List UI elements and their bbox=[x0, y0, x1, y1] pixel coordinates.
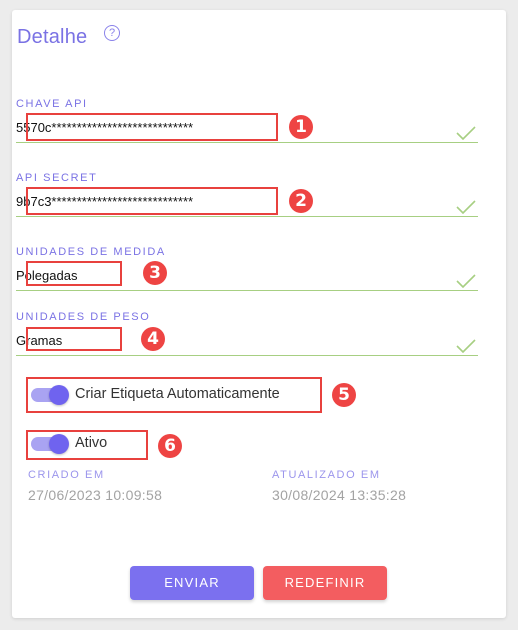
reset-button[interactable]: REDEFINIR bbox=[263, 566, 387, 600]
send-button[interactable]: ENVIAR bbox=[130, 566, 254, 600]
annotation-badge-4: 4 bbox=[141, 327, 165, 351]
check-icon bbox=[456, 126, 476, 140]
annotation-badge-6: 6 bbox=[158, 434, 182, 458]
question-circle-icon[interactable]: ? bbox=[104, 25, 120, 41]
highlight-box-api-key bbox=[26, 113, 278, 141]
annotation-badge-1: 1 bbox=[289, 115, 313, 139]
check-icon bbox=[456, 339, 476, 353]
highlight-box-measure-units bbox=[26, 261, 122, 286]
check-icon bbox=[456, 274, 476, 288]
api-secret-label: API SECRET bbox=[16, 172, 98, 184]
api-key-underline bbox=[16, 142, 478, 143]
weight-units-label: UNIDADES DE PESO bbox=[16, 311, 151, 323]
highlight-box-active bbox=[26, 430, 148, 460]
annotation-badge-2: 2 bbox=[289, 189, 313, 213]
measure-units-underline bbox=[16, 290, 478, 291]
highlight-box-weight-units bbox=[26, 327, 122, 351]
created-label: CRIADO EM bbox=[28, 469, 105, 481]
highlight-box-api-secret bbox=[26, 187, 278, 215]
updated-value: 30/08/2024 13:35:28 bbox=[272, 487, 407, 503]
highlight-box-auto-label bbox=[26, 377, 322, 413]
annotation-badge-3: 3 bbox=[143, 261, 167, 285]
updated-label: ATUALIZADO EM bbox=[272, 469, 381, 481]
created-value: 27/06/2023 10:09:58 bbox=[28, 487, 163, 503]
api-key-label: CHAVE API bbox=[16, 98, 88, 110]
page-title: Detalhe bbox=[17, 26, 88, 48]
api-secret-underline bbox=[16, 216, 478, 217]
measure-units-label: UNIDADES DE MEDIDA bbox=[16, 246, 166, 258]
weight-units-underline bbox=[16, 355, 478, 356]
check-icon bbox=[456, 200, 476, 214]
annotation-badge-5: 5 bbox=[332, 383, 356, 407]
